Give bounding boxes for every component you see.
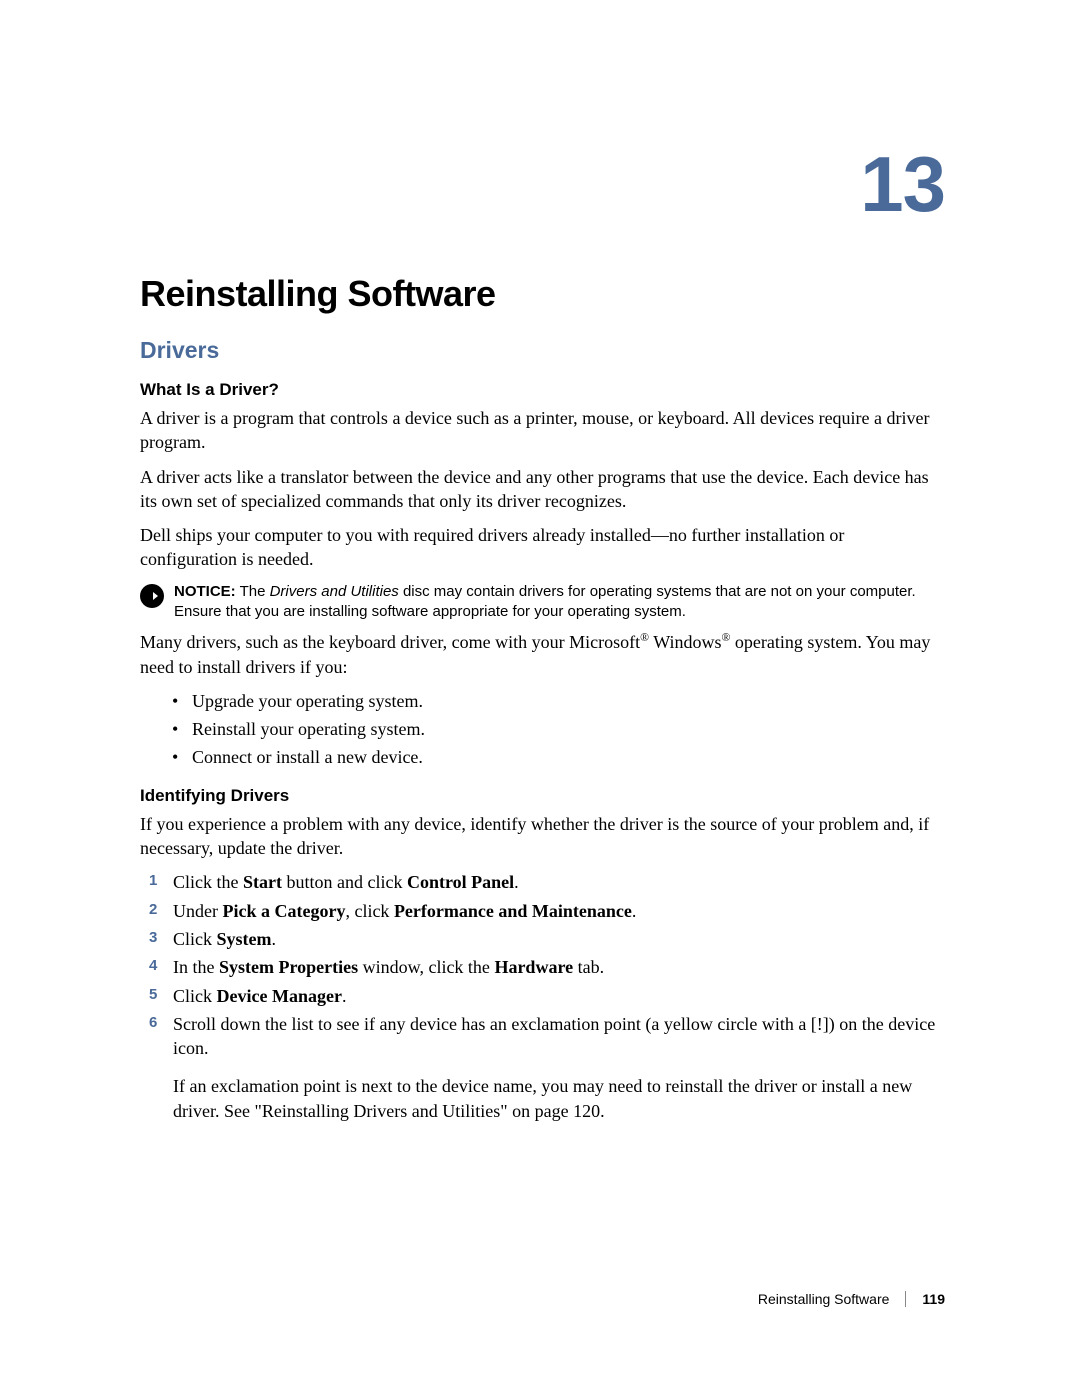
subsection-identifying-drivers: Identifying Drivers bbox=[140, 786, 945, 806]
paragraph: If you experience a problem with any dev… bbox=[140, 812, 945, 861]
text: , click bbox=[345, 901, 393, 921]
text: . bbox=[632, 901, 637, 921]
notice-arrow-icon bbox=[140, 584, 164, 608]
step-item: Click Device Manager. bbox=[173, 984, 945, 1008]
notice-block: NOTICE: The Drivers and Utilities disc m… bbox=[140, 582, 945, 623]
text: Under bbox=[173, 901, 222, 921]
bold: System bbox=[217, 929, 272, 949]
chapter-number: 13 bbox=[140, 145, 945, 223]
notice-emphasis: Drivers and Utilities bbox=[270, 583, 399, 600]
page-footer: Reinstalling Software 119 bbox=[758, 1291, 945, 1307]
text: . bbox=[272, 929, 277, 949]
text: Windows bbox=[649, 632, 721, 652]
text: Click bbox=[173, 929, 217, 949]
text: window, click the bbox=[358, 957, 494, 977]
text: . bbox=[514, 872, 519, 892]
text: Click bbox=[173, 986, 217, 1006]
bold: Pick a Category bbox=[222, 901, 345, 921]
bold: Device Manager bbox=[217, 986, 342, 1006]
page-title: Reinstalling Software bbox=[140, 273, 945, 315]
ordered-steps: Click the Start button and click Control… bbox=[140, 870, 945, 1123]
bold: System Properties bbox=[219, 957, 358, 977]
text: . bbox=[342, 986, 347, 1006]
paragraph: If an exclamation point is next to the d… bbox=[173, 1074, 945, 1123]
bold: Start bbox=[243, 872, 282, 892]
footer-label: Reinstalling Software bbox=[758, 1291, 890, 1307]
text: tab. bbox=[573, 957, 604, 977]
bold: Hardware bbox=[494, 957, 573, 977]
page-number: 119 bbox=[922, 1291, 945, 1307]
list-item: Connect or install a new device. bbox=[192, 745, 945, 769]
text: Click the bbox=[173, 872, 243, 892]
paragraph: Many drivers, such as the keyboard drive… bbox=[140, 630, 945, 679]
paragraph: A driver is a program that controls a de… bbox=[140, 406, 945, 455]
paragraph: A driver acts like a translator between … bbox=[140, 465, 945, 514]
step-item: Under Pick a Category, click Performance… bbox=[173, 899, 945, 923]
text: button and click bbox=[282, 872, 407, 892]
subsection-what-is-a-driver: What Is a Driver? bbox=[140, 380, 945, 400]
notice-pre: The bbox=[236, 583, 270, 600]
step-item: In the System Properties window, click t… bbox=[173, 955, 945, 979]
bold: Performance and Maintenance bbox=[394, 901, 632, 921]
notice-label: NOTICE: bbox=[174, 583, 236, 600]
paragraph: Dell ships your computer to you with req… bbox=[140, 523, 945, 572]
section-drivers-heading: Drivers bbox=[140, 337, 945, 364]
list-item: Reinstall your operating system. bbox=[192, 717, 945, 741]
footer-divider bbox=[905, 1291, 906, 1307]
step-item: Click the Start button and click Control… bbox=[173, 870, 945, 894]
text: Scroll down the list to see if any devic… bbox=[173, 1014, 935, 1058]
step-item: Scroll down the list to see if any devic… bbox=[173, 1012, 945, 1123]
bullet-list: Upgrade your operating system. Reinstall… bbox=[140, 689, 945, 770]
bold: Control Panel bbox=[407, 872, 514, 892]
text: Many drivers, such as the keyboard drive… bbox=[140, 632, 640, 652]
notice-text: NOTICE: The Drivers and Utilities disc m… bbox=[174, 582, 945, 623]
list-item: Upgrade your operating system. bbox=[192, 689, 945, 713]
text: In the bbox=[173, 957, 219, 977]
registered-mark-icon: ® bbox=[640, 631, 649, 644]
step-item: Click System. bbox=[173, 927, 945, 951]
